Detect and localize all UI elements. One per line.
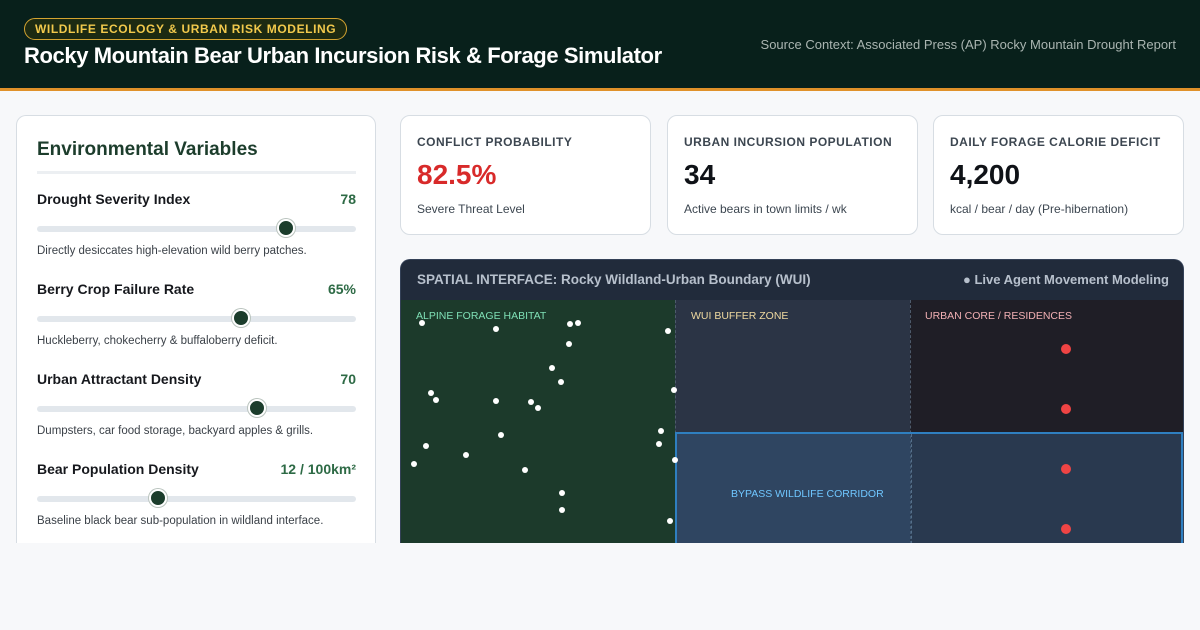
metric-card-incursion-population: URBAN INCURSION POPULATION 34 Active bea… [667, 115, 918, 235]
category-badge: WILDLIFE ECOLOGY & URBAN RISK MODELING [24, 18, 348, 40]
bear-agent [672, 457, 678, 463]
bear-agent [566, 341, 572, 347]
metric-label: CONFLICT PROBABILITY [417, 135, 573, 149]
bear-agent [433, 397, 439, 403]
zone-label: WUI BUFFER ZONE [691, 310, 789, 322]
bear-population-slider-thumb[interactable] [149, 489, 168, 507]
metric-card-conflict-probability: CONFLICT PROBABILITY 82.5% Severe Threat… [400, 115, 651, 235]
zone-label: URBAN CORE / RESIDENCES [925, 310, 1073, 322]
variable-urban-attractant: Urban Attractant Density 70 Dumpsters, c… [37, 371, 356, 451]
variable-label: Drought Severity Index [37, 191, 191, 207]
variable-label: Bear Population Density [37, 461, 199, 477]
urban-attractant-slider-thumb[interactable] [248, 399, 267, 417]
app-header: WILDLIFE ECOLOGY & URBAN RISK MODELING R… [0, 0, 1200, 91]
bear-agent [522, 467, 528, 473]
zone-label: BYPASS WILDLIFE CORRIDOR [731, 488, 884, 500]
bear-agent [567, 321, 573, 327]
bear-agent [493, 326, 499, 332]
panel-title: Environmental Variables [37, 139, 258, 160]
metric-value: 82.5% [417, 159, 497, 190]
zone-wildlife-corridor: BYPASS WILDLIFE CORRIDOR [675, 432, 1183, 543]
variable-drought-severity: Drought Severity Index 78 Directly desic… [37, 191, 356, 271]
metric-subtext: Active bears in town limits / wk [684, 202, 847, 216]
metric-value: 34 [684, 159, 716, 190]
map-title: SPATIAL INTERFACE: Rocky Wildland-Urban … [417, 272, 811, 287]
corridor-divider [911, 434, 912, 543]
bear-agent [671, 387, 677, 393]
zone-alpine-habitat: ALPINE FORAGE HABITAT [401, 300, 675, 543]
bear-agent [665, 328, 671, 334]
urban-incursion-marker [1061, 344, 1071, 354]
variable-description: Directly desiccates high-elevation wild … [37, 245, 307, 257]
metric-value: 4,200 [950, 159, 1021, 190]
bear-agent [656, 441, 662, 447]
bear-agent [493, 398, 499, 404]
metric-label: URBAN INCURSION POPULATION [684, 135, 893, 149]
variable-value: 12 / 100km² [280, 461, 357, 477]
metric-subtext: Severe Threat Level [417, 202, 525, 216]
bear-agent [423, 443, 429, 449]
metric-card-calorie-deficit: DAILY FORAGE CALORIE DEFICIT 4,200 kcal … [933, 115, 1184, 235]
bear-agent [411, 461, 417, 467]
bear-agent [528, 399, 534, 405]
map-header: SPATIAL INTERFACE: Rocky Wildland-Urban … [401, 260, 1183, 300]
urban-incursion-marker [1061, 404, 1071, 414]
environmental-variables-panel: Environmental Variables Drought Severity… [16, 115, 376, 543]
urban-attractant-slider-track[interactable] [37, 406, 356, 412]
bear-agent [658, 428, 664, 434]
variable-value: 65% [327, 281, 356, 297]
panel-divider [37, 171, 356, 174]
variable-label: Berry Crop Failure Rate [37, 281, 195, 297]
page-title: Rocky Mountain Bear Urban Incursion Risk… [24, 43, 662, 68]
variable-description: Baseline black bear sub-population in wi… [37, 515, 324, 527]
source-context: Source Context: Associated Press (AP) Ro… [760, 37, 1176, 52]
bear-agent [559, 490, 565, 496]
variable-bear-population: Bear Population Density 12 / 100km² Base… [37, 461, 356, 541]
bear-agent [575, 320, 581, 326]
bear-agent [428, 390, 434, 396]
bear-population-slider-track[interactable] [37, 496, 356, 502]
drought-severity-slider-track[interactable] [37, 226, 356, 232]
variable-description: Huckleberry, chokecherry & buffaloberry … [37, 335, 278, 347]
bear-agent [419, 320, 425, 326]
variable-value: 70 [340, 371, 356, 387]
live-modeling-status: ● Live Agent Movement Modeling [963, 272, 1169, 287]
variable-berry-crop-failure: Berry Crop Failure Rate 65% Huckleberry,… [37, 281, 356, 361]
bear-agent [535, 405, 541, 411]
bear-agent [559, 507, 565, 513]
metric-subtext: kcal / bear / day (Pre-hibernation) [950, 202, 1129, 216]
variable-description: Dumpsters, car food storage, backyard ap… [37, 425, 314, 437]
variable-value: 78 [340, 191, 356, 207]
berry-failure-slider-track[interactable] [37, 316, 356, 322]
variable-label: Urban Attractant Density [37, 371, 202, 387]
metric-label: DAILY FORAGE CALORIE DEFICIT [950, 135, 1161, 149]
urban-incursion-marker [1061, 524, 1071, 534]
bear-agent [498, 432, 504, 438]
bear-agent [463, 452, 469, 458]
bear-agent [549, 365, 555, 371]
berry-failure-slider-thumb[interactable] [232, 309, 251, 327]
drought-severity-slider-thumb[interactable] [276, 219, 295, 237]
urban-incursion-marker [1061, 464, 1071, 474]
spatial-interface-map: SPATIAL INTERFACE: Rocky Wildland-Urban … [400, 259, 1184, 543]
zone-label: ALPINE FORAGE HABITAT [416, 310, 547, 322]
bear-agent [667, 518, 673, 524]
bear-agent [558, 379, 564, 385]
